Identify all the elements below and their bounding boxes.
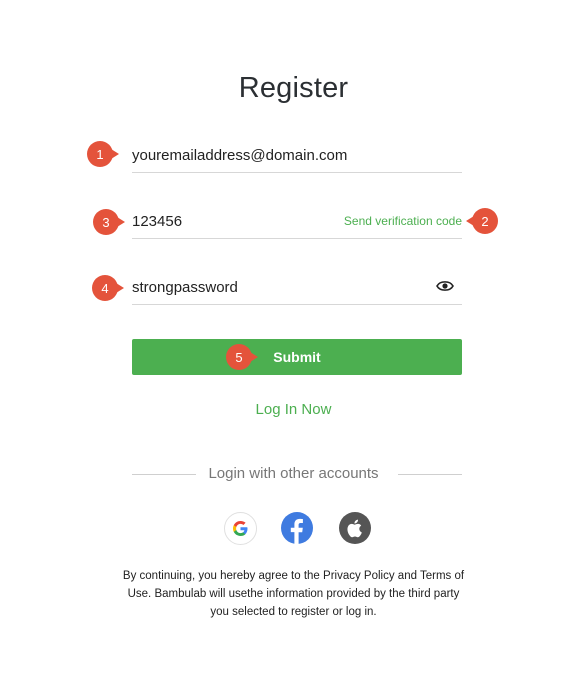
eye-icon[interactable] (436, 279, 454, 293)
password-field[interactable] (132, 272, 332, 302)
submit-button[interactable]: Submit (132, 339, 462, 375)
log-in-now-link[interactable]: Log In Now (0, 401, 587, 418)
terms-text: By continuing, you hereby agree to the P… (122, 570, 465, 618)
password-field-container (132, 272, 462, 305)
email-field-container (132, 140, 462, 173)
annotation-badge-3: 3 (93, 209, 125, 235)
annotation-badge-5: 5 (226, 344, 258, 370)
page-title: Register (238, 72, 349, 104)
divider-right (398, 474, 462, 475)
other-accounts-label: Login with other accounts (208, 465, 379, 482)
code-field-container: Send verification code (132, 206, 462, 239)
facebook-icon (281, 512, 313, 544)
google-icon (225, 513, 256, 544)
google-login-button[interactable] (224, 512, 257, 545)
annotation-badge-2: 2 (466, 208, 498, 234)
annotation-badge-4: 4 (92, 275, 124, 301)
facebook-login-button[interactable] (281, 512, 313, 544)
email-field[interactable] (132, 140, 452, 170)
annotation-badge-1: 1 (87, 141, 119, 167)
send-verification-code-link[interactable]: Send verification code (344, 214, 462, 228)
apple-login-button[interactable] (339, 512, 371, 544)
verification-code-field[interactable] (132, 206, 332, 236)
apple-icon (339, 512, 371, 544)
